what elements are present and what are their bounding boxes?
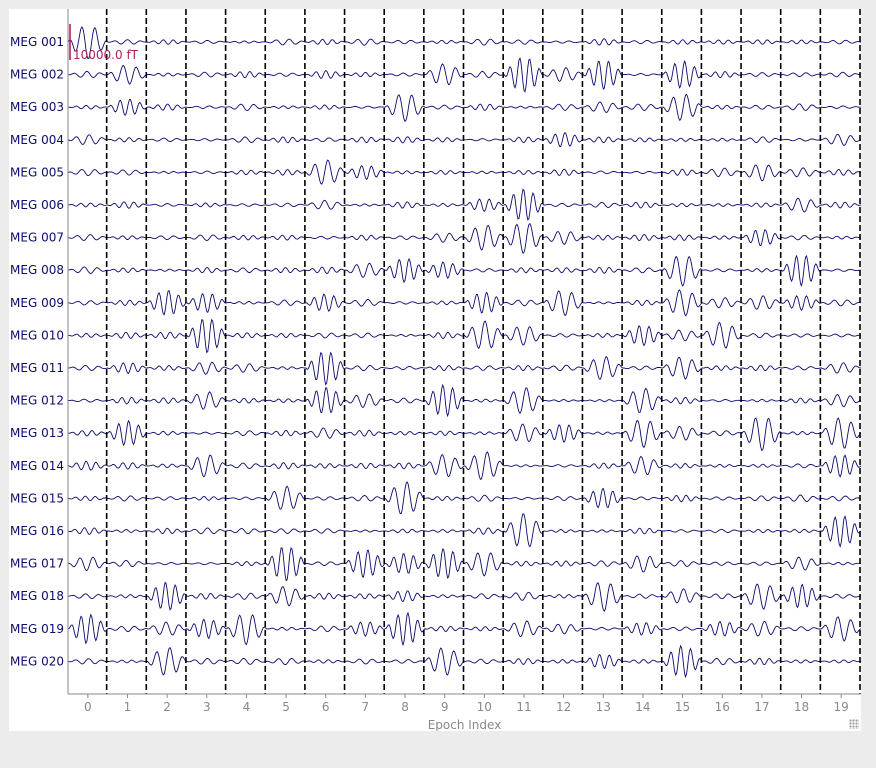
channel-label[interactable]: MEG 013 xyxy=(10,426,64,440)
x-tick-label: 9 xyxy=(441,700,449,714)
x-axis-label: Epoch Index xyxy=(428,718,502,731)
x-tick-label: 15 xyxy=(675,700,690,714)
trace-meg-012 xyxy=(67,383,861,418)
channel-label[interactable]: MEG 020 xyxy=(10,654,64,668)
channel-label[interactable]: MEG 019 xyxy=(10,622,64,636)
trace-meg-003 xyxy=(68,93,861,123)
channel-label[interactable]: MEG 016 xyxy=(10,524,64,538)
channel-label[interactable]: MEG 007 xyxy=(10,231,64,245)
trace-meg-010 xyxy=(68,318,861,354)
x-axis-ticks: 0 1 2 3 4 5 6 7 8 9 10 11 12 13 14 15 16 17 18 19 xyxy=(84,694,849,714)
trace-meg-005 xyxy=(67,159,861,185)
trace-meg-016 xyxy=(67,513,861,548)
trace-meg-004 xyxy=(67,132,861,147)
x-tick-label: 6 xyxy=(322,700,330,714)
trace-meg-002 xyxy=(67,56,861,93)
x-tick-label: 19 xyxy=(834,700,849,714)
channel-label[interactable]: MEG 006 xyxy=(10,198,64,212)
channel-label[interactable]: MEG 017 xyxy=(10,557,64,571)
x-tick-label: 0 xyxy=(84,700,92,714)
trace-meg-018 xyxy=(68,581,861,612)
resize-grip-icon[interactable] xyxy=(849,719,859,729)
trace-meg-020 xyxy=(67,644,861,679)
channel-label[interactable]: MEG 009 xyxy=(10,296,64,310)
epochs-chart[interactable]: MEG 001 MEG 002 MEG 003 MEG 004 MEG 005 MEG 0… xyxy=(9,9,861,731)
channel-label[interactable]: MEG 015 xyxy=(10,491,64,505)
x-axis xyxy=(67,9,861,695)
trace-meg-008 xyxy=(67,254,861,287)
trace-meg-011 xyxy=(68,351,861,386)
channel-label[interactable]: MEG 003 xyxy=(10,100,64,114)
x-tick-label: 12 xyxy=(556,700,571,714)
x-tick-label: 4 xyxy=(243,700,251,714)
trace-layer xyxy=(67,26,861,679)
x-tick-label: 7 xyxy=(362,700,370,714)
channel-label[interactable]: MEG 012 xyxy=(10,394,64,408)
trace-meg-017 xyxy=(67,547,861,582)
trace-meg-013 xyxy=(67,417,861,452)
trace-meg-014 xyxy=(68,451,861,480)
x-tick-label: 11 xyxy=(516,700,531,714)
x-tick-label: 5 xyxy=(282,700,290,714)
channel-label[interactable]: MEG 008 xyxy=(10,263,64,277)
channel-label[interactable]: MEG 002 xyxy=(10,68,64,82)
channel-label[interactable]: MEG 010 xyxy=(10,328,64,342)
channel-label[interactable]: MEG 005 xyxy=(10,165,64,179)
x-tick-label: 13 xyxy=(596,700,611,714)
x-tick-label: 3 xyxy=(203,700,211,714)
trace-meg-015 xyxy=(67,480,861,515)
trace-meg-001 xyxy=(67,26,861,59)
epochs-plot[interactable]: MEG 001 MEG 002 MEG 003 MEG 004 MEG 005 MEG 0… xyxy=(9,9,861,731)
channel-label[interactable]: MEG 018 xyxy=(10,589,64,603)
channel-label[interactable]: MEG 011 xyxy=(10,361,64,375)
trace-meg-007 xyxy=(67,222,861,254)
x-tick-label: 2 xyxy=(163,700,171,714)
channel-label[interactable]: MEG 014 xyxy=(10,459,64,473)
epoch-boundaries xyxy=(105,9,861,694)
trace-meg-006 xyxy=(67,188,861,221)
x-tick-label: 16 xyxy=(715,700,730,714)
trace-meg-009 xyxy=(67,289,861,317)
channel-labels: MEG 001 MEG 002 MEG 003 MEG 004 MEG 005 MEG 0… xyxy=(10,35,64,668)
x-tick-label: 8 xyxy=(401,700,409,714)
channel-label[interactable]: MEG 001 xyxy=(10,35,64,49)
x-tick-label: 18 xyxy=(794,700,809,714)
x-tick-label: 1 xyxy=(124,700,132,714)
x-tick-label: 14 xyxy=(635,700,650,714)
trace-meg-019 xyxy=(67,611,861,647)
x-tick-label: 10 xyxy=(477,700,492,714)
x-tick-label: 17 xyxy=(754,700,769,714)
channel-label[interactable]: MEG 004 xyxy=(10,133,64,147)
scale-bar-label: 10000.0 fT xyxy=(73,48,139,62)
